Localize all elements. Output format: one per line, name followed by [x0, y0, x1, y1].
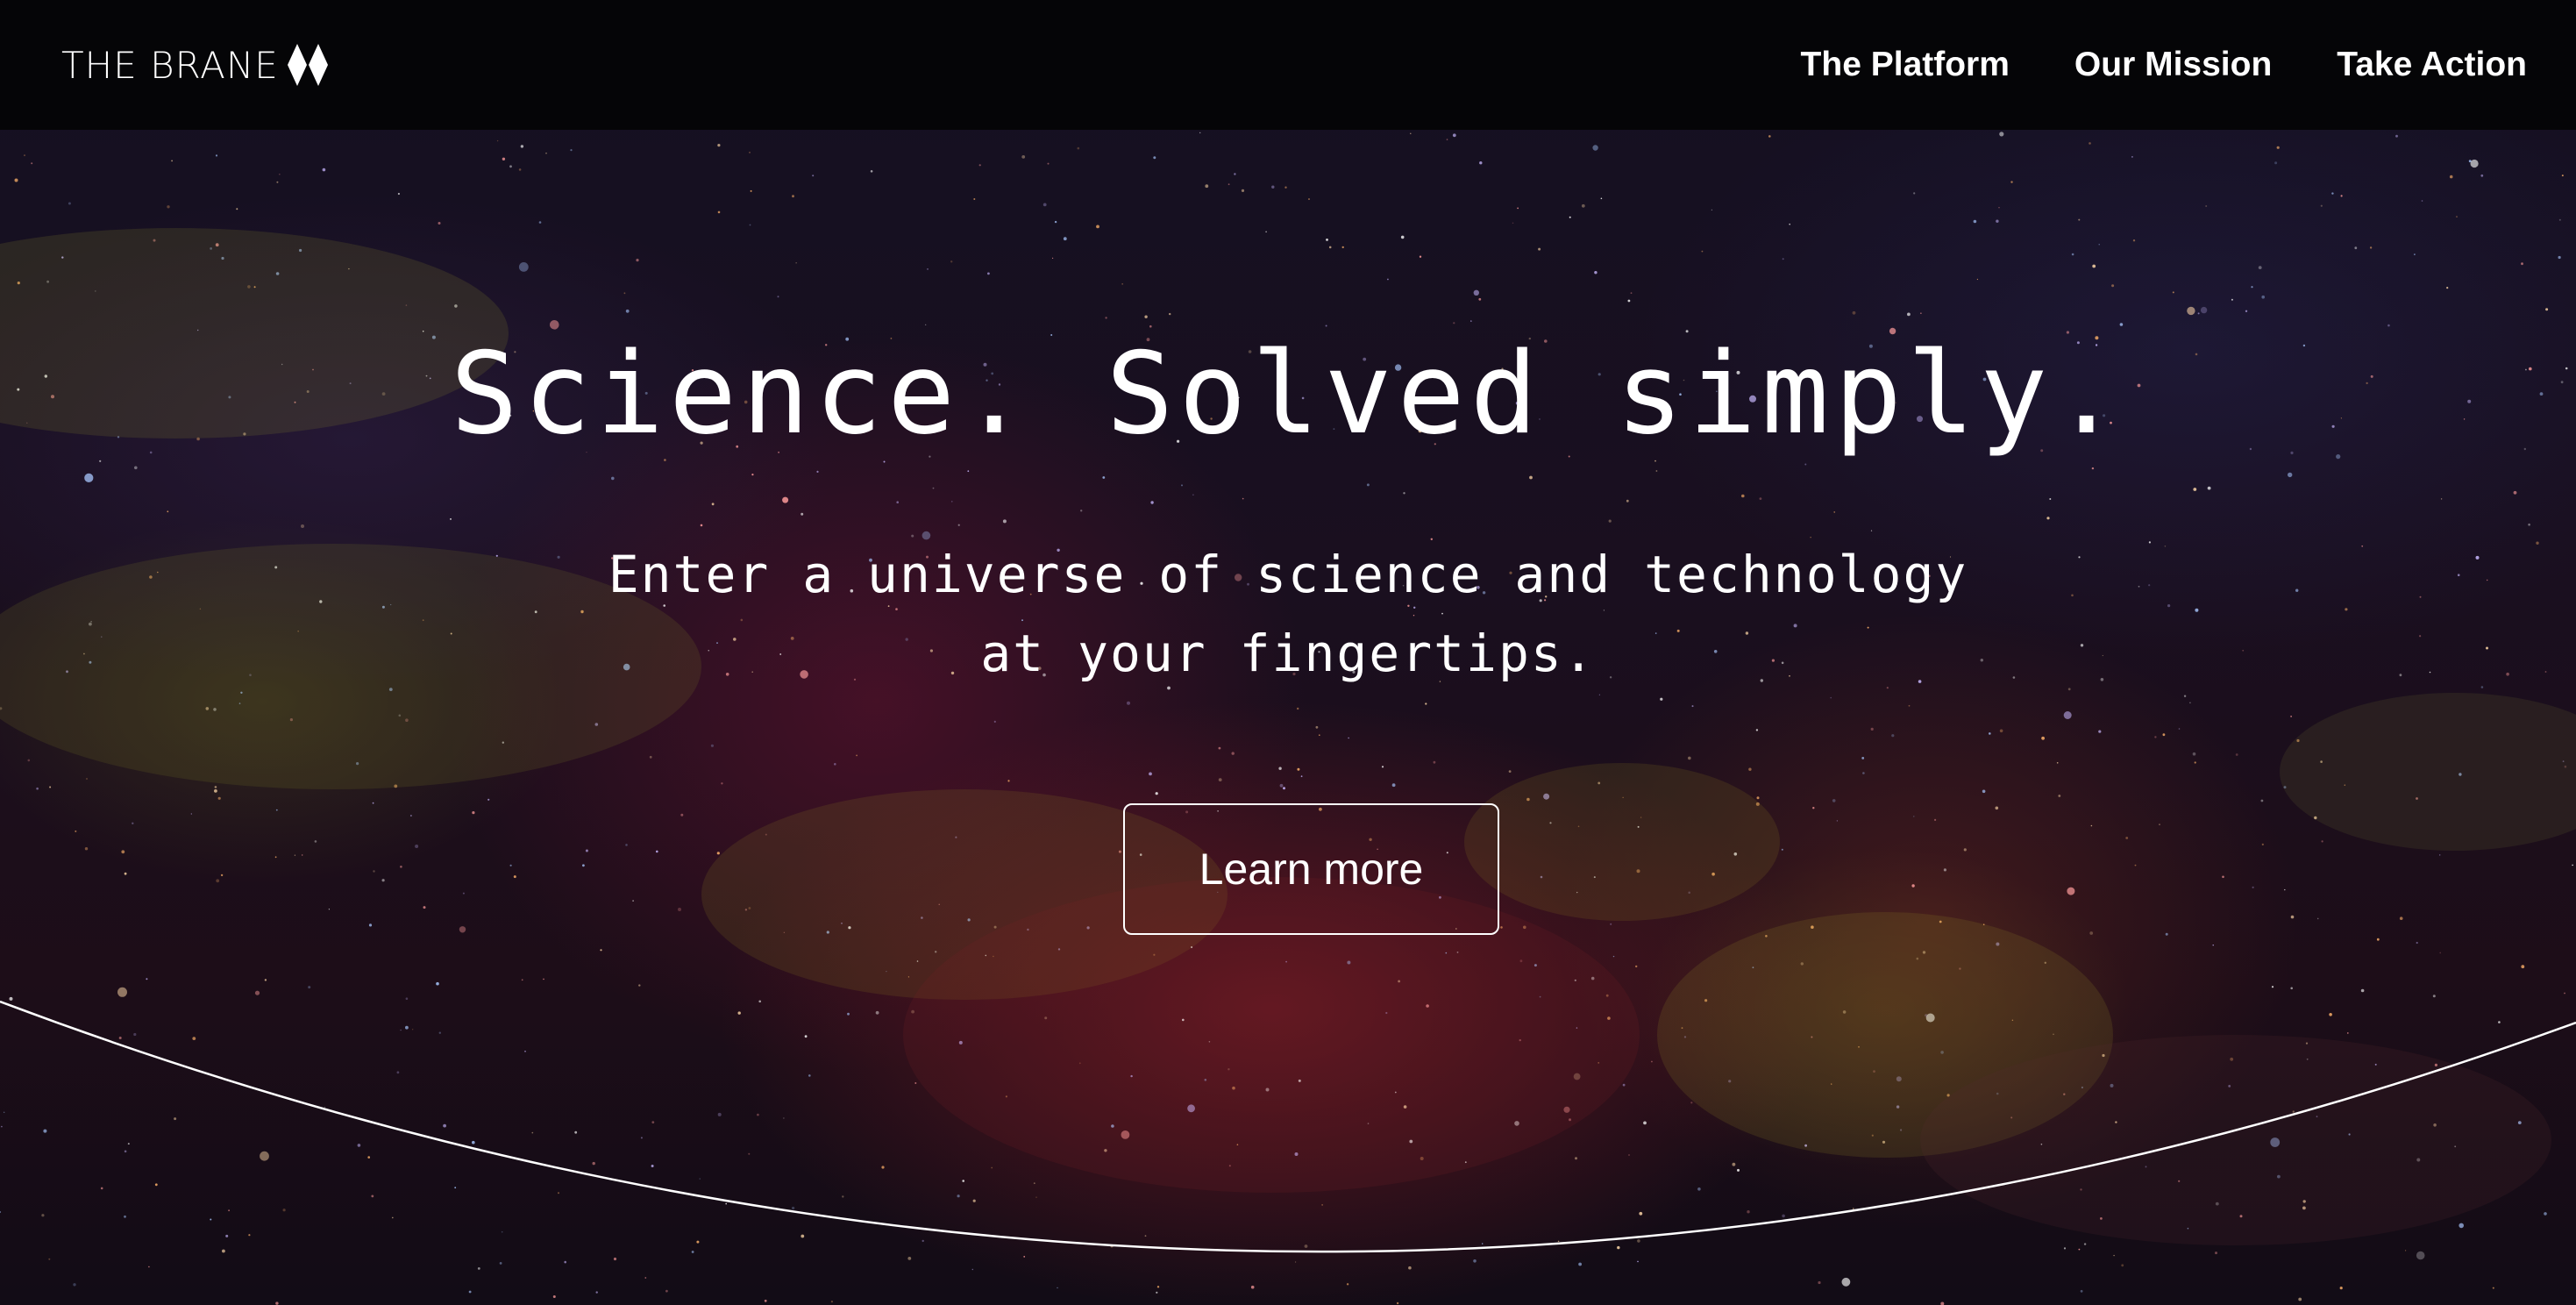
diamond-pair-icon	[287, 44, 328, 86]
hero-subtitle-line-2: at your fingertips.	[980, 624, 1596, 683]
brand-name: THE BRANE	[61, 43, 279, 87]
nav-link-our-mission[interactable]: Our Mission	[2074, 46, 2272, 84]
hero-title: Science. Solved simply.	[450, 329, 2126, 460]
brand-logo[interactable]: THE BRANE	[61, 42, 330, 88]
main-nav: The Platform Our Mission Take Action	[1801, 46, 2527, 84]
page: THE BRANE The Platform Our Mission Take …	[0, 0, 2576, 1305]
nav-link-the-platform[interactable]: The Platform	[1801, 46, 2010, 84]
hero-subtitle-line-1: Enter a universe of science and technolo…	[608, 545, 1968, 604]
top-navigation-bar: THE BRANE The Platform Our Mission Take …	[0, 0, 2576, 130]
nav-link-take-action[interactable]: Take Action	[2337, 46, 2527, 84]
hero-subtitle: Enter a universe of science and technolo…	[0, 535, 2576, 693]
learn-more-button[interactable]: Learn more	[1123, 803, 1499, 935]
